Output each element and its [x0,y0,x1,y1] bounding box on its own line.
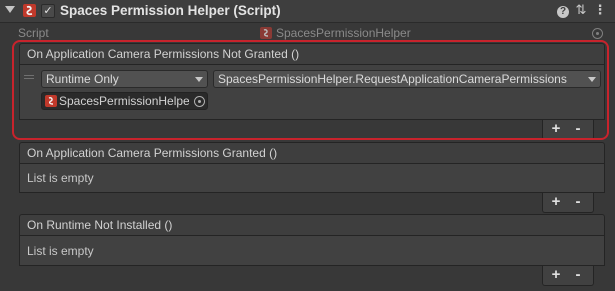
event-body-runtime-not-installed: List is empty [19,236,605,266]
event-header-granted: On Application Camera Permissions Grante… [19,142,605,164]
component-title: Spaces Permission Helper (Script) [60,3,281,18]
enabled-checkbox[interactable]: ✓ [41,4,55,18]
object-picker-icon [592,28,603,39]
settings-sliders-icon[interactable]: ⇅ [574,3,588,17]
script-icon [23,4,36,17]
foldout-arrow-icon[interactable] [5,6,15,13]
event-header-runtime-not-installed: On Runtime Not Installed () [19,214,605,236]
checkmark-icon: ✓ [43,5,53,17]
add-listener-button[interactable]: + [547,194,565,210]
help-icon[interactable]: ? [556,3,570,18]
more-menu-icon[interactable]: ⋮ [593,3,607,17]
empty-list-text: List is empty [27,244,94,258]
event-buttons-granted: + - [542,193,594,213]
empty-list-text: List is empty [27,171,94,185]
script-file-icon [260,27,272,39]
remove-listener-button[interactable]: - [569,194,587,210]
event-buttons-runtime-not-installed: + - [542,266,594,286]
remove-listener-button[interactable]: - [569,267,587,283]
script-field-value: SpacesPermissionHelper [276,26,411,40]
add-listener-button[interactable]: + [547,267,565,283]
script-label: Script [18,26,49,40]
highlight-outline [12,40,609,140]
event-body-granted: List is empty [19,164,605,193]
